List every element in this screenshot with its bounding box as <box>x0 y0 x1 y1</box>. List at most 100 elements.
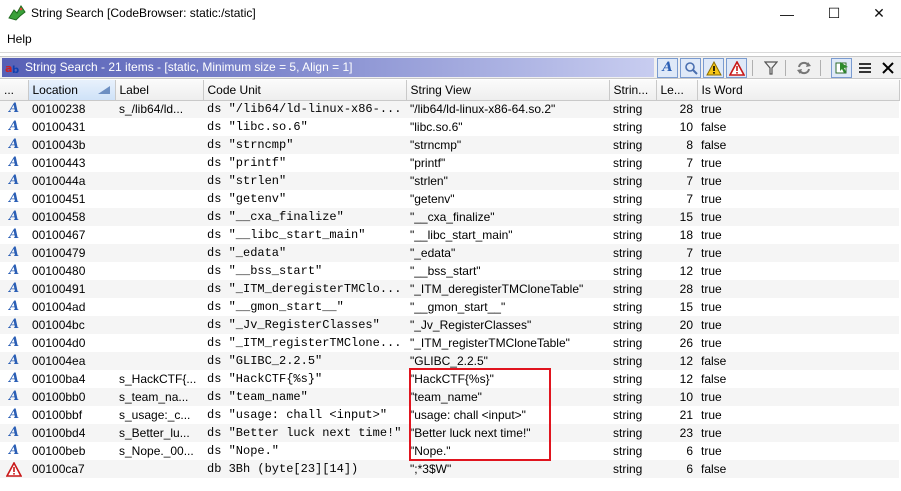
row-string-type: string <box>609 226 656 244</box>
table-row[interactable]: A 001004ea ds "GLIBC_2.2.5" "GLIBC_2.2.5" st… <box>0 352 899 370</box>
row-location: 00100bd4 <box>28 424 115 442</box>
row-string-view: "/lib64/ld-linux-x86-64.so.2" <box>406 100 609 118</box>
column-header-icon[interactable]: ... <box>0 80 29 101</box>
row-location: 0010044a <box>28 172 115 190</box>
row-is-word: false <box>697 136 899 154</box>
row-length: 6 <box>656 442 697 460</box>
row-label: s_HackCTF{... <box>115 370 203 388</box>
row-location: 00100451 <box>28 190 115 208</box>
row-code-unit: ds "usage: chall <input>" <box>203 406 406 424</box>
table-row[interactable]: A 00100458 ds "__cxa_finalize" "__cxa_final… <box>0 208 899 226</box>
row-code-unit: ds "__libc_start_main" <box>203 226 406 244</box>
undefined-string-icon[interactable] <box>680 58 701 78</box>
table-row[interactable]: A 00100479 ds "_edata" "_edata" string 7 true <box>0 244 899 262</box>
row-label <box>115 244 203 262</box>
row-label: s_usage:_c... <box>115 406 203 424</box>
partially-defined-warning-icon[interactable] <box>703 58 724 78</box>
row-label <box>115 352 203 370</box>
table-row[interactable]: A 00100238 s_/lib64/ld... ds "/lib64/ld-lin… <box>0 100 899 118</box>
row-is-word: true <box>697 406 899 424</box>
column-header-length[interactable]: Le... <box>656 80 698 101</box>
table-row[interactable]: A 00100443 ds "printf" "printf" string 7 true <box>0 154 899 172</box>
row-string-view: "getenv" <box>406 190 609 208</box>
defined-string-icon[interactable]: A <box>657 58 678 78</box>
row-label <box>115 262 203 280</box>
column-header-code-unit[interactable]: Code Unit <box>203 80 407 101</box>
column-header-location[interactable]: Location <box>28 80 116 101</box>
maximize-button[interactable]: ☐ <box>811 0 857 27</box>
row-location: 001004d0 <box>28 334 115 352</box>
row-string-view: "__bss_start" <box>406 262 609 280</box>
column-header-location-label: Location <box>32 82 78 97</box>
row-length: 7 <box>656 190 697 208</box>
table-row[interactable]: A 00100bd4 s_Better_lu... ds "Better luck n… <box>0 424 899 442</box>
row-is-word: true <box>697 388 899 406</box>
row-type-cell: A <box>0 226 28 244</box>
row-type-cell: A <box>0 136 28 154</box>
row-label: s_Better_lu... <box>115 424 203 442</box>
row-string-type: string <box>609 172 656 190</box>
conflicting-warning-icon[interactable] <box>726 58 747 78</box>
row-label <box>115 316 203 334</box>
column-header-string-view[interactable]: String View <box>406 80 610 101</box>
table-row[interactable]: A 00100ba4 s_HackCTF{... ds "HackCTF{%s}" "H… <box>0 370 899 388</box>
row-string-type: string <box>609 118 656 136</box>
row-length: 7 <box>656 244 697 262</box>
defined-string-icon: A <box>8 191 20 206</box>
defined-string-icon: A <box>8 281 20 296</box>
table-row[interactable]: A 00100bbf s_usage:_c... ds "usage: chall <… <box>0 406 899 424</box>
row-label <box>115 154 203 172</box>
row-length: 26 <box>656 334 697 352</box>
row-is-word: false <box>697 352 899 370</box>
column-header-label[interactable]: Label <box>115 80 204 101</box>
row-label: s_team_na... <box>115 388 203 406</box>
column-header-string-type[interactable]: Strin... <box>609 80 657 101</box>
row-string-view: "__libc_start_main" <box>406 226 609 244</box>
filter-icon[interactable] <box>760 58 781 78</box>
table-row[interactable]: A 00100bb0 s_team_na... ds "team_name" "team… <box>0 388 899 406</box>
row-type-cell: A <box>0 424 28 442</box>
table-row[interactable]: A 001004bc ds "_Jv_RegisterClasses" "_Jv_Re… <box>0 316 899 334</box>
table-row[interactable]: A 00100467 ds "__libc_start_main" "__libc_s… <box>0 226 899 244</box>
table-row[interactable]: A 00100451 ds "getenv" "getenv" string 7 true <box>0 190 899 208</box>
panel-title-bar[interactable]: a b String Search - 21 items - [static, … <box>2 58 654 77</box>
table-row[interactable]: A 001004ad ds "__gmon_start__" "__gmon_star… <box>0 298 899 316</box>
menu-help[interactable]: Help <box>7 32 32 46</box>
row-label <box>115 172 203 190</box>
table-row[interactable]: A 00100480 ds "__bss_start" "__bss_start" st… <box>0 262 899 280</box>
row-type-cell: A <box>0 370 28 388</box>
row-type-cell: A <box>0 442 28 460</box>
minimize-button[interactable]: — <box>764 0 810 27</box>
row-string-view: "_ITM_deregisterTMCloneTable" <box>406 280 609 298</box>
refresh-icon[interactable] <box>793 58 814 78</box>
row-is-word: true <box>697 298 899 316</box>
table-row[interactable]: A 0010043b ds "strncmp" "strncmp" string 8 fal… <box>0 136 899 154</box>
row-string-view: "_ITM_registerTMCloneTable" <box>406 334 609 352</box>
row-length: 10 <box>656 118 697 136</box>
table-row[interactable]: A 00100431 ds "libc.so.6" "libc.so.6" string… <box>0 118 899 136</box>
close-button[interactable]: ✕ <box>856 0 901 27</box>
table-row[interactable]: A 0010044a ds "strlen" "strlen" string 7 true <box>0 172 899 190</box>
table-row[interactable]: A 00100491 ds "_ITM_deregisterTMClo... "_IT… <box>0 280 899 298</box>
row-location: 0010043b <box>28 136 115 154</box>
row-location: 00100bbf <box>28 406 115 424</box>
row-string-type: string <box>609 352 656 370</box>
row-type-cell: A <box>0 280 28 298</box>
row-length: 23 <box>656 424 697 442</box>
row-is-word: false <box>697 460 899 478</box>
string-table: ... Location Label Code Unit String View… <box>0 80 900 478</box>
row-code-unit: ds "_edata" <box>203 244 406 262</box>
close-panel-icon[interactable] <box>877 58 898 78</box>
row-code-unit: ds "printf" <box>203 154 406 172</box>
table-row[interactable]: 00100ca7 db 3Bh (byte[23][14]) ";*3$W" stri… <box>0 460 899 478</box>
column-header-is-word[interactable]: Is Word <box>697 80 900 101</box>
table-row[interactable]: A 001004d0 ds "_ITM_registerTMClone... "_IT… <box>0 334 899 352</box>
row-string-view: "strlen" <box>406 172 609 190</box>
row-label: s_Nope._00... <box>115 442 203 460</box>
make-selection-icon[interactable] <box>831 58 852 78</box>
row-location: 00100480 <box>28 262 115 280</box>
table-row[interactable]: A 00100beb s_Nope._00... ds "Nope." "Nope." s… <box>0 442 899 460</box>
row-type-cell: A <box>0 262 28 280</box>
row-length: 12 <box>656 370 697 388</box>
table-view-icon[interactable] <box>854 58 875 78</box>
